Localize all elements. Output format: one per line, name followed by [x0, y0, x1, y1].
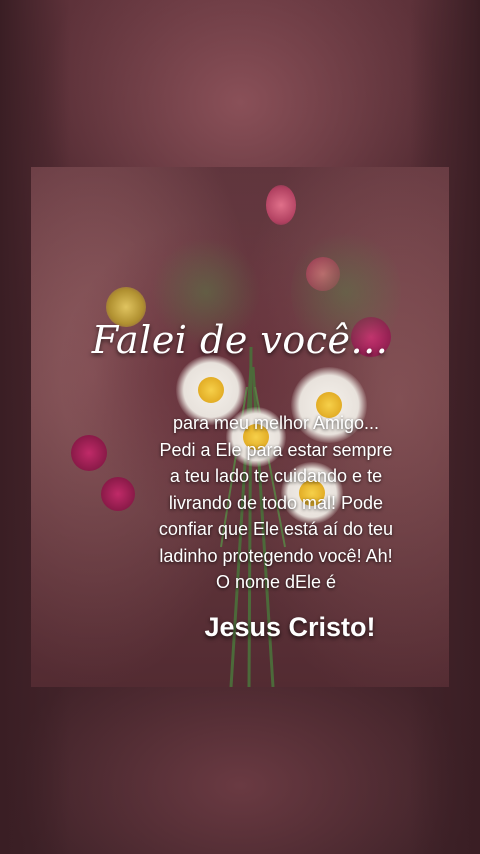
headline-text: Falei de você... [91, 318, 389, 362]
message-line: a teu lado te cuidando e te [169, 466, 383, 486]
daisy-center [198, 377, 224, 403]
message-line: confiar que Ele está aí do teu [158, 519, 394, 539]
message-line: O nome dEle é [215, 572, 337, 592]
message-line: livrando de todo mal! Pode [168, 492, 384, 513]
magenta-flower [71, 435, 107, 471]
message-body: para meu melhor Amigo... Pedi a Ele para… [118, 410, 434, 596]
message-line: para meu melhor Amigo... [172, 413, 380, 433]
message-line: ladinho protegendo você! Ah! [159, 545, 393, 566]
message-line: Pedi a Ele para estar sempre [159, 439, 393, 460]
pink-flower [266, 185, 296, 225]
signature-text: Jesus Cristo! [204, 612, 376, 642]
